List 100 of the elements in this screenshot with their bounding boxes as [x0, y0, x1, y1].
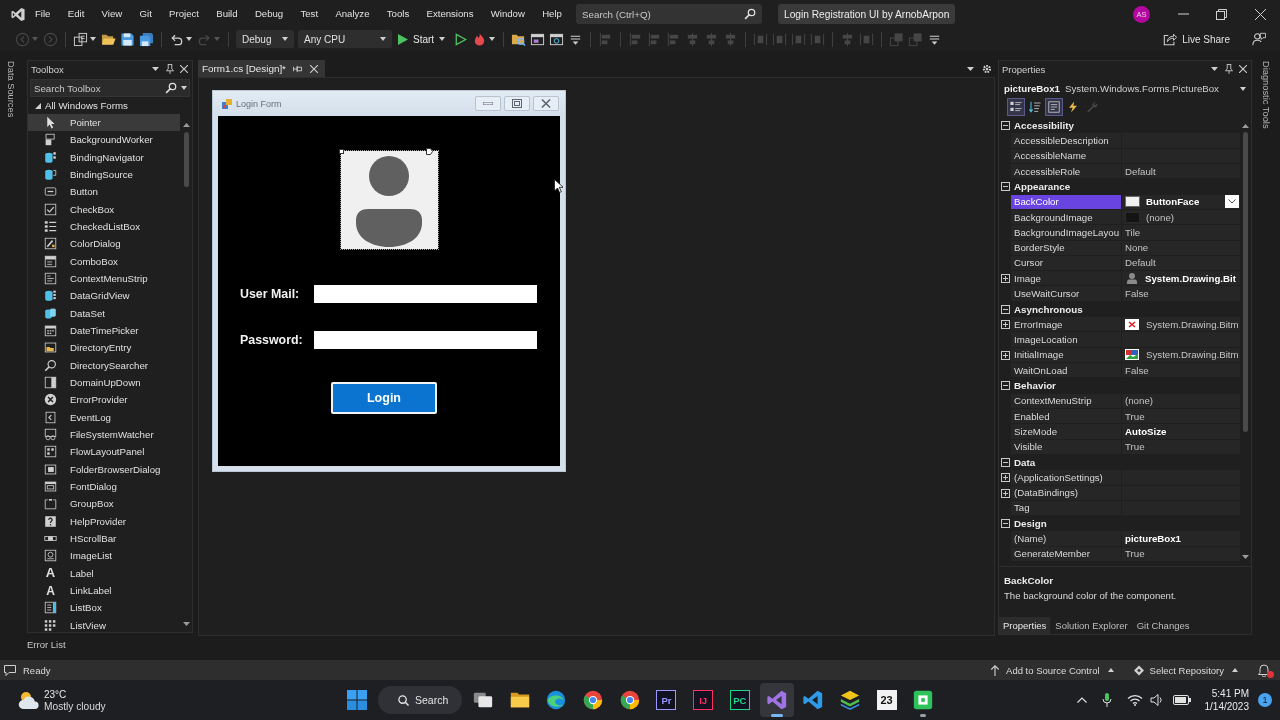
feedback-person-icon[interactable]: [1252, 32, 1266, 46]
expanded-triangle-icon[interactable]: [35, 102, 41, 109]
toolbox-item[interactable]: ErrorProvider: [28, 391, 180, 409]
property-name[interactable]: UseWaitCursor: [1011, 286, 1121, 302]
object-selector[interactable]: pictureBox1 System.Windows.Forms.PictureBox: [999, 80, 1251, 97]
settings-icon[interactable]: [982, 63, 992, 74]
caret-icon[interactable]: [489, 37, 496, 41]
window-globe-icon[interactable]: [549, 31, 565, 47]
pin-icon[interactable]: [1225, 64, 1233, 74]
toolbox-item[interactable]: A LinkLabel: [28, 581, 180, 600]
property-value-cell[interactable]: (none): [1121, 393, 1240, 409]
search-icon[interactable]: [744, 8, 756, 20]
property-name[interactable]: SizeMode: [1011, 424, 1121, 440]
toolbox-item[interactable]: FolderBrowserDialog: [28, 460, 180, 478]
side-tab[interactable]: Diagnostic Tools: [1261, 60, 1271, 130]
floppy-disks-icon[interactable]: [139, 31, 154, 47]
toolbox-item[interactable]: BindingNavigator: [28, 148, 180, 166]
close-button[interactable]: [533, 96, 559, 111]
pin-icon[interactable]: [292, 64, 303, 73]
wifi-icon[interactable]: [1126, 694, 1143, 706]
input-field[interactable]: [314, 285, 537, 303]
property-name[interactable]: ErrorImage: [1011, 317, 1121, 333]
caret-icon[interactable]: [90, 37, 96, 41]
property-name[interactable]: WaitOnLoad: [1011, 363, 1121, 379]
new-item-icon[interactable]: [73, 31, 88, 47]
toolbox-item[interactable]: Pointer: [28, 114, 180, 132]
resize-handle-icon[interactable]: [338, 149, 344, 154]
toolbox-item[interactable]: ListView: [28, 616, 180, 634]
toolbox-item[interactable]: DataGridView: [28, 287, 180, 305]
close-icon[interactable]: [309, 64, 318, 73]
bell-icon[interactable]: [1258, 663, 1270, 677]
expand-icon[interactable]: [1000, 488, 1010, 498]
scrollbar-thumb[interactable]: [1243, 132, 1248, 432]
configuration-dropdown[interactable]: Any CPU: [298, 30, 392, 48]
property-name[interactable]: BackColor: [1011, 194, 1121, 210]
toolbox-item[interactable]: Button: [28, 183, 180, 201]
menu-item[interactable]: Git: [132, 5, 159, 23]
search-icon[interactable]: [165, 82, 177, 94]
maximize-button[interactable]: [504, 96, 530, 111]
side-tab[interactable]: Data Sources: [6, 60, 16, 119]
panel-tab[interactable]: Properties: [999, 617, 1051, 634]
chevron-up-icon[interactable]: [1076, 697, 1087, 703]
toolbox-item[interactable]: HScrollBar: [28, 529, 180, 548]
cloud-sun-icon[interactable]: [17, 690, 41, 710]
menu-item[interactable]: Extensions: [419, 5, 481, 23]
property-value-cell[interactable]: Tile: [1121, 225, 1240, 241]
status-bar-button[interactable]: Add to Source Control: [990, 660, 1114, 680]
pin-icon[interactable]: [166, 64, 174, 74]
microphone-icon[interactable]: [1101, 693, 1112, 707]
property-name[interactable]: (Name): [1011, 531, 1121, 547]
property-name[interactable]: AccessibleDescription: [1011, 133, 1121, 149]
scroll-up-icon[interactable]: [182, 123, 190, 127]
toolbox-item[interactable]: EventLog: [28, 408, 180, 426]
expand-icon[interactable]: [1000, 473, 1010, 483]
login-button[interactable]: Login: [331, 382, 437, 414]
toolbox-item[interactable]: GroupBox: [28, 495, 180, 513]
collapse-icon[interactable]: [1000, 519, 1010, 529]
sorted-list-icon[interactable]: [1027, 99, 1043, 115]
picture-box[interactable]: [340, 151, 438, 249]
property-name[interactable]: BackgroundImageLayou: [1011, 225, 1121, 241]
property-value-cell[interactable]: System.Drawing.Bit: [1121, 271, 1240, 287]
toolbox-item[interactable]: A Label: [28, 564, 180, 582]
toolbox-item[interactable]: DateTimePicker: [28, 321, 180, 340]
toolbox-item[interactable]: ImageList: [28, 547, 180, 565]
battery-icon[interactable]: [1172, 695, 1191, 705]
toolbox-item[interactable]: DataSet: [28, 304, 180, 322]
menu-item[interactable]: Debug: [247, 5, 291, 23]
toolbox-item[interactable]: ColorDialog: [28, 235, 180, 253]
restore-icon[interactable]: [1216, 8, 1227, 20]
play-outline-icon[interactable]: [453, 31, 469, 47]
collapse-icon[interactable]: [1000, 304, 1010, 314]
panel-tab[interactable]: Solution Explorer: [1051, 617, 1132, 634]
menu-item[interactable]: Test: [293, 5, 326, 23]
toolbox-item[interactable]: BindingSource: [28, 166, 180, 184]
panel-tab[interactable]: Error List: [27, 637, 66, 652]
taskbar-app-button[interactable]: PC: [722, 683, 757, 717]
clock-date[interactable]: 1/14/2023: [1204, 701, 1249, 712]
close-icon[interactable]: [1255, 8, 1266, 20]
weather-condition[interactable]: Mostly cloudy: [44, 700, 106, 712]
collapse-icon[interactable]: [1000, 458, 1010, 468]
configuration-dropdown[interactable]: Debug: [236, 30, 294, 48]
menu-item[interactable]: Window: [483, 5, 532, 23]
clock-time[interactable]: 5:41 PM: [1211, 688, 1249, 699]
window-icon[interactable]: [530, 31, 546, 47]
status-bar-button[interactable]: Select Repository: [1133, 660, 1238, 680]
collapse-icon[interactable]: [1000, 121, 1010, 131]
menu-item[interactable]: View: [94, 5, 130, 23]
taskbar-app-button[interactable]: 23: [869, 683, 904, 717]
scroll-up-icon[interactable]: [1242, 124, 1249, 128]
close-icon[interactable]: [1239, 65, 1247, 73]
caret-icon[interactable]: [967, 66, 974, 71]
search-field[interactable]: Search Toolbox: [30, 79, 190, 97]
app-logo-icon[interactable]: [10, 6, 26, 22]
property-name[interactable]: ImageLocation: [1011, 332, 1121, 348]
caret-icon[interactable]: [1211, 67, 1218, 71]
toolbox-item[interactable]: HelpProvider: [28, 512, 180, 530]
menu-item[interactable]: Analyze: [328, 5, 377, 23]
toolbox-item[interactable]: DirectorySearcher: [28, 356, 180, 374]
four-panes-icon[interactable]: [347, 690, 367, 710]
taskbar-app-button[interactable]: IJ: [686, 683, 721, 717]
